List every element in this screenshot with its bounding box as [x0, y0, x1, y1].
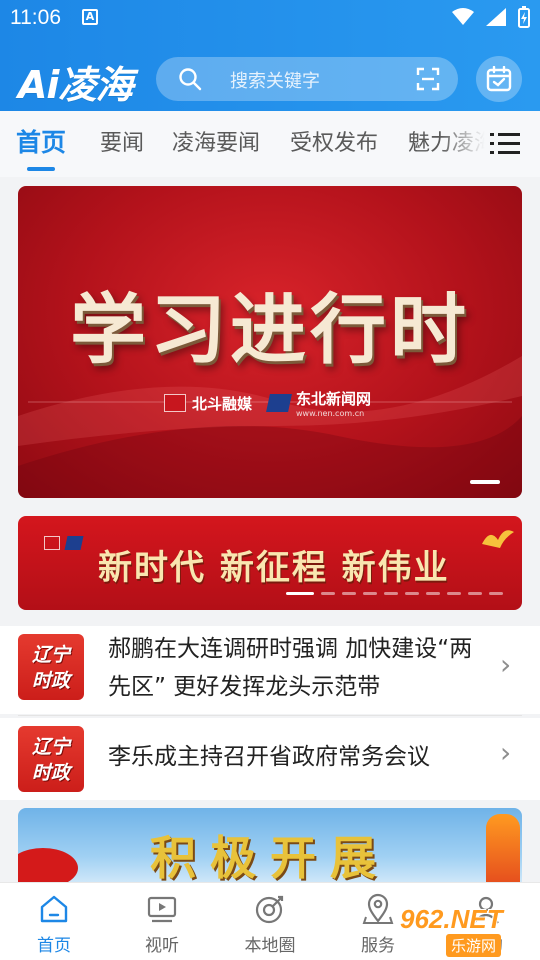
promo-banner-text: 新时代 新征程 新伟业: [98, 548, 450, 588]
app-header: 11:06 A Ai凌海 搜索关键字: [0, 0, 540, 111]
chevron-right-icon: ›: [500, 736, 512, 769]
location-pin-icon: [362, 893, 394, 924]
doves-icon: [482, 530, 514, 548]
menu-icon[interactable]: [490, 129, 520, 159]
chevron-right-icon: ›: [500, 648, 512, 681]
list-item[interactable]: 辽宁 时政 李乐成主持召开省政府常务会议 ›: [0, 718, 540, 800]
watermark-number: 962.NET: [400, 904, 503, 934]
news-title[interactable]: 郝鹏在大连调研时强调 加快建设“两先区” 更好发挥龙头示范带: [108, 630, 484, 706]
source-beidou-label: 北斗融媒: [192, 394, 253, 413]
nen-logo-icon: [266, 394, 292, 412]
watermark-site: 乐游网: [446, 934, 502, 957]
tab-authorized-release[interactable]: 受权发布: [290, 125, 378, 157]
status-time: 11:06: [10, 6, 61, 29]
beidou-logo-icon: [44, 536, 60, 550]
nen-logo-icon: [64, 536, 84, 550]
promo-banner[interactable]: 新时代 新征程 新伟业: [18, 516, 522, 610]
nav-home[interactable]: 首页: [14, 893, 94, 956]
beidou-logo-icon: [164, 394, 186, 412]
notification-icon: A: [82, 9, 98, 25]
video-icon: [147, 896, 177, 923]
promo-logos: [44, 536, 84, 550]
source-nen-label: 东北新闻网: [296, 390, 372, 408]
news-thumbnail: 辽宁 时政: [18, 726, 84, 792]
banner-indicator: [470, 480, 500, 484]
hero-banner[interactable]: 学习进行时 北斗融媒 东北新闻网 www.nen.com.cn: [18, 186, 522, 498]
local-circle-icon: [255, 895, 284, 924]
tab-headlines[interactable]: 要闻: [100, 125, 144, 157]
tab-home[interactable]: 首页: [16, 123, 66, 159]
source-nen: 东北新闻网 www.nen.com.cn: [266, 388, 372, 418]
feature-banner[interactable]: 积极开展: [18, 808, 522, 888]
nav-local-circle[interactable]: 本地圈: [230, 893, 310, 956]
category-tabs: 首页 要闻 凌海要闻 受权发布 魅力凌海: [0, 111, 540, 177]
source-beidou: 北斗融媒: [164, 393, 252, 414]
calendar-button[interactable]: [476, 56, 522, 102]
search-placeholder[interactable]: 搜索关键字: [230, 67, 320, 93]
news-title[interactable]: 李乐成主持召开省政府常务会议: [108, 738, 484, 776]
signal-icon: [486, 8, 506, 26]
battery-icon: [518, 6, 530, 28]
search-icon: [179, 68, 202, 91]
search-bar[interactable]: 搜索关键字: [156, 57, 458, 101]
app-logo[interactable]: Ai凌海: [18, 54, 133, 109]
calendar-icon: [486, 66, 512, 92]
tab-active-indicator: [27, 167, 55, 171]
promo-pager: [286, 592, 503, 595]
scan-icon[interactable]: [416, 67, 440, 91]
banner-title: 学习进行时: [70, 285, 470, 374]
lantern-decoration: [486, 814, 520, 888]
status-bar: 11:06 A: [0, 0, 540, 36]
tab-fade: [440, 111, 496, 177]
list-item[interactable]: 辽宁 时政 郝鹏在大连调研时强调 加快建设“两先区” 更好发挥龙头示范带 ›: [0, 626, 540, 714]
home-icon: [40, 895, 68, 923]
watermark: 962.NET 乐游网: [400, 904, 532, 957]
status-icons: [452, 6, 530, 28]
feature-banner-text: 积极开展: [150, 831, 390, 885]
news-thumbnail: 辽宁 时政: [18, 634, 84, 700]
wifi-icon: [452, 8, 474, 25]
list-divider: [18, 715, 522, 716]
source-nen-url: www.nen.com.cn: [296, 409, 365, 418]
nav-video[interactable]: 视听: [122, 893, 202, 956]
tab-linghai-news[interactable]: 凌海要闻: [172, 125, 260, 157]
banner-sources: 北斗融媒 东北新闻网 www.nen.com.cn: [164, 388, 371, 418]
